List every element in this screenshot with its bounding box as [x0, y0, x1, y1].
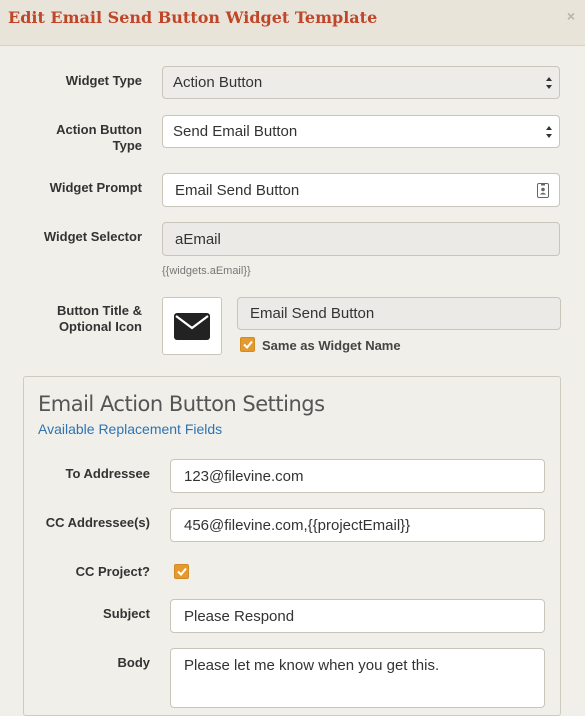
button-title-input[interactable]: Email Send Button [237, 297, 561, 330]
envelope-icon [174, 312, 210, 340]
widget-type-select[interactable]: Action Button [162, 66, 560, 99]
dialog-header: Edit Email Send Button Widget Template × [0, 0, 585, 46]
action-button-type-select[interactable]: Send Email Button [162, 115, 560, 148]
checkmark-icon [176, 567, 187, 576]
to-addressee-value: 123@filevine.com [184, 467, 304, 485]
subject-value: Please Respond [184, 607, 295, 625]
widget-selector-hint: {{widgets.aEmail}} [162, 265, 251, 277]
body-textarea[interactable]: Please let me know when you get this. [170, 648, 545, 708]
action-button-type-label: Action Button Type [20, 122, 142, 154]
cc-addressee-input[interactable]: 456@filevine.com,{{projectEmail}} [170, 508, 545, 542]
close-icon[interactable]: × [567, 8, 575, 24]
widget-prompt-label: Widget Prompt [49, 180, 142, 195]
button-title-value: Email Send Button [250, 305, 375, 322]
to-addressee-input[interactable]: 123@filevine.com [170, 459, 545, 493]
replacement-fields-link[interactable]: Available Replacement Fields [38, 421, 222, 437]
select-arrows-icon [546, 76, 552, 89]
body-value: Please let me know when you get this. [184, 657, 440, 674]
button-title-label: Button Title & Optional Icon [20, 303, 142, 335]
widget-prompt-input[interactable]: Email Send Button [162, 173, 560, 207]
select-arrows-icon [546, 125, 552, 138]
same-as-widget-name-checkbox[interactable] [240, 337, 255, 352]
widget-prompt-value: Email Send Button [175, 181, 300, 199]
same-as-widget-name-label: Same as Widget Name [262, 338, 401, 353]
cc-project-label: CC Project? [75, 564, 150, 579]
subject-label: Subject [103, 606, 150, 621]
button-title-label-line2: Optional Icon [58, 319, 142, 334]
action-button-type-label-line2: Type [112, 138, 142, 153]
cc-addressee-label: CC Addressee(s) [45, 515, 150, 530]
icon-picker-button[interactable] [162, 297, 222, 355]
widget-type-value: Action Button [173, 74, 263, 91]
cc-addressee-value: 456@filevine.com,{{projectEmail}} [184, 516, 411, 534]
dialog-title: Edit Email Send Button Widget Template [8, 8, 378, 27]
button-title-label-line1: Button Title & [57, 303, 142, 318]
widget-selector-input[interactable]: aEmail [162, 222, 560, 256]
contact-card-icon[interactable] [537, 183, 549, 198]
checkmark-icon [242, 340, 253, 349]
email-settings-title: Email Action Button Settings [38, 392, 325, 416]
subject-input[interactable]: Please Respond [170, 599, 545, 633]
action-button-type-label-line1: Action Button [56, 122, 142, 137]
widget-selector-value: aEmail [175, 230, 221, 248]
to-addressee-label: To Addressee [65, 466, 150, 481]
body-label: Body [117, 655, 151, 670]
action-button-type-value: Send Email Button [173, 123, 298, 140]
widget-type-label: Widget Type [65, 73, 142, 88]
widget-selector-label: Widget Selector [43, 229, 142, 244]
cc-project-checkbox[interactable] [174, 564, 189, 579]
